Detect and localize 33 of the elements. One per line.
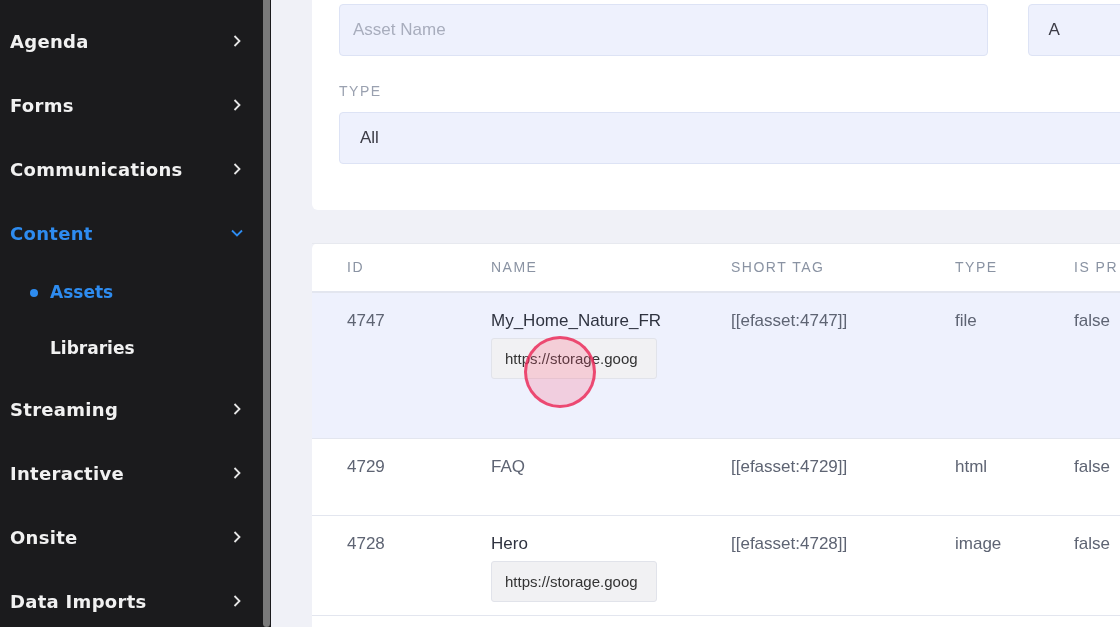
table-cell: image xyxy=(955,534,1002,553)
sidebar-item[interactable]: Communications xyxy=(0,137,262,201)
table-cell: [[efasset:4728]] xyxy=(731,534,848,553)
table-cell: [[efasset:4729]] xyxy=(731,457,848,476)
asset-name: Hero xyxy=(491,534,528,553)
sidebar-item[interactable]: Forms xyxy=(0,73,262,137)
table-row[interactable]: 4728 Hero https://storage.goog [[efasset:4728]] image false xyxy=(312,516,1120,616)
table-cell: 4729 xyxy=(347,457,385,476)
table-cell: false xyxy=(1074,311,1110,330)
url-field[interactable]: https://storage.goog xyxy=(491,560,657,602)
table-cell: false xyxy=(1074,534,1110,553)
sidebar-subitem[interactable]: Libraries xyxy=(0,321,262,377)
filter-field[interactable]: A xyxy=(1027,4,1120,56)
table-cell: 4747 xyxy=(347,311,385,330)
asset-name-field[interactable]: Asset Name xyxy=(339,4,988,56)
sidebar-item[interactable]: Interactive xyxy=(0,441,262,505)
table-cell: [[efasset:4747]] xyxy=(731,311,848,330)
asset-name: My_Home_Nature_FR xyxy=(491,311,662,330)
table-row[interactable]: 4729 FAQ [[efasset:4729]] html false xyxy=(312,439,1120,516)
table-cell: html xyxy=(955,457,988,476)
sidebar-subitem[interactable]: Assets xyxy=(0,265,262,321)
sidebar-item[interactable]: Data Imports xyxy=(0,569,262,627)
sidebar-item[interactable]: Streaming xyxy=(0,377,262,441)
sidebar-item[interactable]: Content xyxy=(0,201,262,265)
table-cell: file xyxy=(955,311,977,330)
asset-name: FAQ xyxy=(491,457,525,476)
sidebar-item[interactable]: Agenda xyxy=(0,9,262,73)
field-label: TYPE xyxy=(339,82,383,101)
scrollbar[interactable] xyxy=(263,0,270,627)
sidebar-item[interactable]: Onsite xyxy=(0,505,262,569)
table-cell: 4728 xyxy=(347,534,385,553)
type-select[interactable]: All xyxy=(339,112,1120,164)
table-cell: false xyxy=(1074,457,1110,476)
